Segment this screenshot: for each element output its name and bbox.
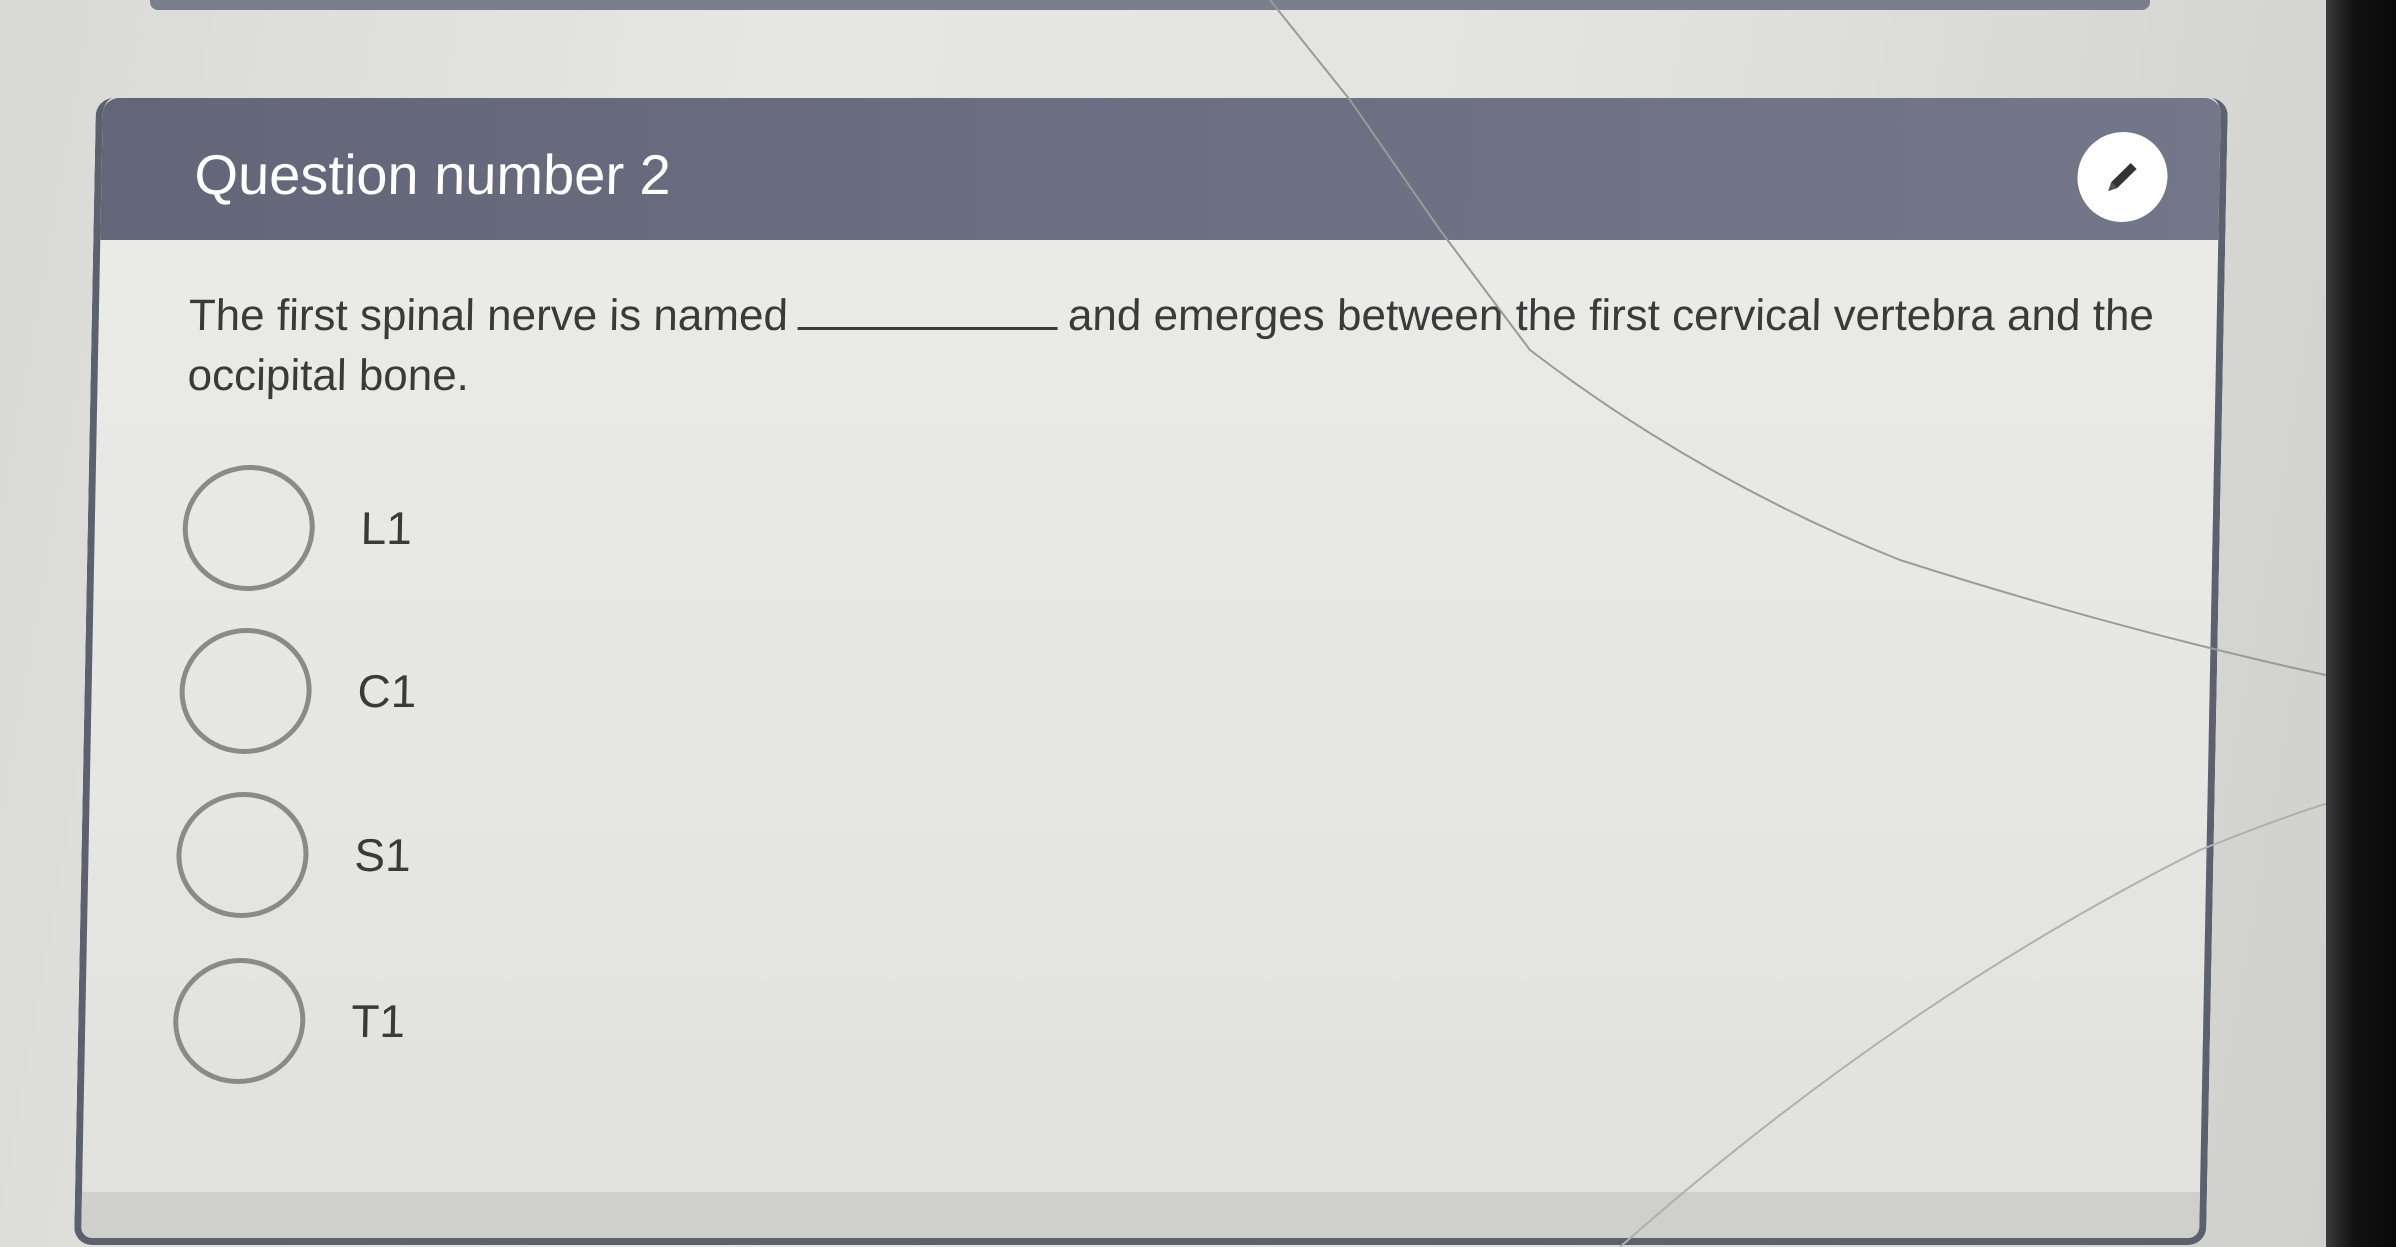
answer-blank	[797, 287, 1059, 330]
option-label: L1	[360, 502, 413, 554]
pencil-icon	[2108, 163, 2137, 191]
top-strip	[150, 0, 2150, 10]
edit-button[interactable]	[2076, 132, 2169, 222]
question-title: Question number 2	[193, 143, 672, 206]
card-header: Question number 2	[100, 98, 2222, 240]
option-l1[interactable]: L1	[181, 465, 414, 591]
radio-button[interactable]	[181, 465, 316, 591]
screen: Question number 2 The first spinal nerve…	[0, 0, 2396, 1247]
card-footer	[81, 1192, 2200, 1238]
option-label: T1	[350, 995, 406, 1047]
question-card: Question number 2 The first spinal nerve…	[73, 98, 2228, 1245]
radio-button[interactable]	[172, 958, 307, 1084]
option-label: S1	[353, 829, 412, 881]
option-t1[interactable]: T1	[172, 958, 406, 1084]
question-text-before: The first spinal nerve is named	[188, 291, 789, 340]
radio-button[interactable]	[175, 792, 310, 918]
option-label: C1	[357, 665, 417, 717]
device-bezel	[2326, 0, 2396, 1247]
option-c1[interactable]: C1	[178, 628, 417, 754]
question-text: The first spinal nerve is named and emerg…	[187, 286, 2169, 406]
option-s1[interactable]: S1	[175, 792, 412, 918]
radio-button[interactable]	[178, 628, 313, 754]
